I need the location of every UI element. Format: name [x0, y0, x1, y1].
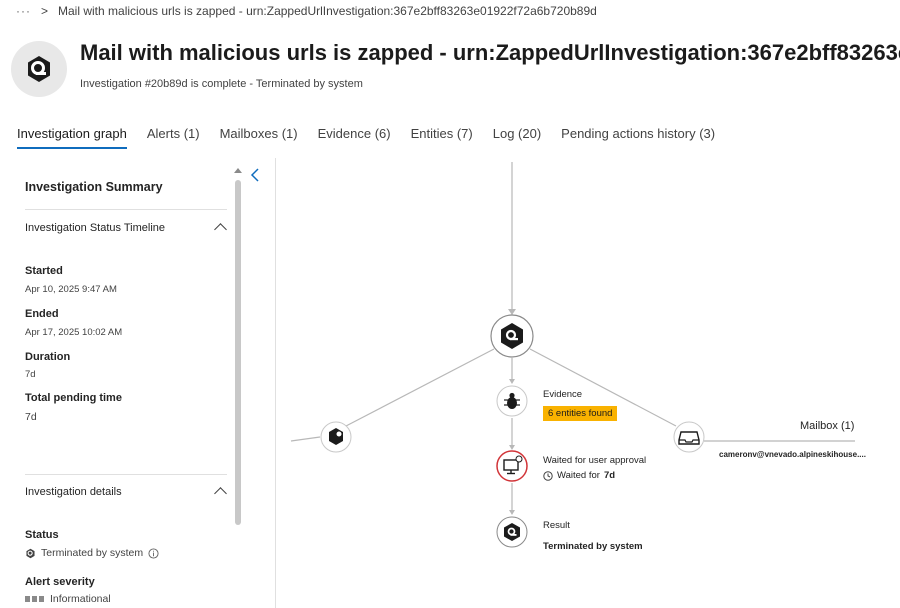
- mailbox-group-label[interactable]: Mailbox (1): [800, 420, 854, 432]
- clock-icon: [543, 470, 553, 481]
- graph-edge-arrow: [508, 309, 516, 315]
- waited-prefix: Waited for: [557, 470, 600, 481]
- result-label: Result: [543, 520, 570, 531]
- evidence-label: Evidence: [543, 389, 583, 400]
- investigation-root-node[interactable]: [490, 314, 534, 358]
- user-approval-node[interactable]: [496, 450, 528, 482]
- mailbox-node[interactable]: [673, 421, 705, 453]
- evidence-count-badge[interactable]: 6 entities found: [543, 406, 618, 421]
- mailbox-address[interactable]: cameronv@vnevado.alpineskihouse....: [719, 450, 866, 459]
- evidence-node[interactable]: [496, 385, 528, 417]
- waited-row: Waited for 7d: [543, 470, 615, 481]
- investigation-graph: [290, 162, 855, 548]
- graph-edge-arrow: [509, 379, 515, 384]
- alert-node[interactable]: [320, 421, 352, 453]
- graph-edge: [345, 348, 495, 427]
- waited-value: 7d: [603, 470, 616, 481]
- result-value: Terminated by system: [543, 541, 643, 552]
- graph-edge-arrow: [509, 510, 515, 515]
- result-node[interactable]: [496, 516, 528, 548]
- approval-label: Waited for user approval: [543, 455, 647, 466]
- graph-edge-arrow: [509, 445, 515, 450]
- graph-edge: [290, 436, 321, 442]
